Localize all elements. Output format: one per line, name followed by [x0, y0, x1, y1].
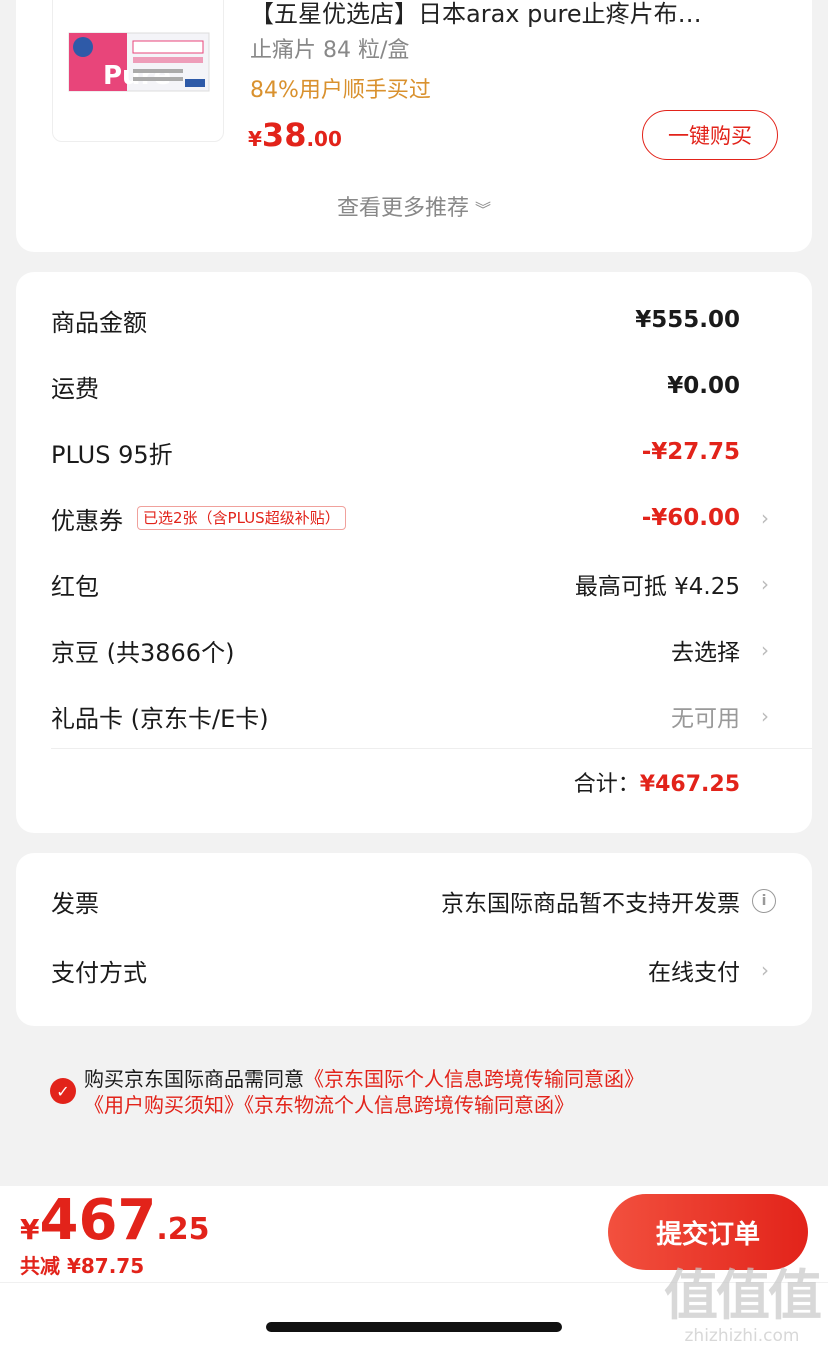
summary-value: 无可用 — [671, 706, 740, 732]
summary-label: 优惠券 — [51, 506, 123, 535]
agreement-text: 购买京东国际商品需同意《京东国际个人信息跨境传输同意函》《用户购买须知》《京东物… — [84, 1066, 790, 1118]
watermark-url: zhizhizhi.com — [684, 1326, 800, 1346]
agreement-link-cross-border[interactable]: 《京东国际个人信息跨境传输同意函》 — [304, 1067, 644, 1091]
product-image[interactable]: Pure — [52, 0, 224, 142]
total-discount: 共减 ¥87.75 — [20, 1254, 145, 1278]
checkmark-icon[interactable]: ✓ — [50, 1078, 76, 1104]
invoice-label: 发票 — [51, 889, 99, 918]
payment-method-value: 在线支付 — [648, 960, 740, 986]
summary-row-gift-card[interactable]: 礼品卡 (京东卡/E卡) 无可用 › — [51, 696, 776, 736]
product-spec: 止痛片 84 粒/盒 — [250, 38, 410, 63]
price-integer: 467 — [39, 1188, 157, 1253]
chevron-right-icon: › — [761, 572, 769, 596]
agreement-link-logistics[interactable]: 《京东物流个人信息跨境传输同意函》 — [244, 1093, 574, 1117]
more-recommendations-link[interactable]: 查看更多推荐 ︾ — [16, 190, 812, 222]
summary-row-jd-beans[interactable]: 京豆 (共3866个) 去选择 › — [51, 630, 776, 670]
summary-value: -¥60.00 — [641, 505, 740, 531]
recommendation-card: Pure 【五星优选店】日本arax pure止疼片布… 止痛片 84 粒/盒 … — [16, 0, 812, 252]
product-price: ¥38.00 — [248, 116, 342, 154]
payment-method-label: 支付方式 — [51, 958, 147, 987]
agreement-link-purchase-notice[interactable]: 《用户购买须知》 — [84, 1093, 244, 1117]
agreement-section: ✓ 购买京东国际商品需同意《京东国际个人信息跨境传输同意函》《用户购买须知》《京… — [50, 1066, 790, 1118]
summary-row-coupon[interactable]: 优惠券 已选2张（含PLUS超级补贴） -¥60.00 › — [51, 498, 776, 538]
chevron-right-icon: › — [761, 638, 769, 662]
summary-label: 京豆 (共3866个) — [51, 638, 235, 667]
watermark-logo: 值值值 — [664, 1264, 822, 1327]
checkout-price: ¥467.25 — [20, 1188, 210, 1253]
chevron-down-icon: ︾ — [475, 200, 492, 219]
site-watermark: 值值值 zhizhizhi.com — [664, 1264, 822, 1347]
summary-total: 合计：¥467.25 — [574, 766, 740, 798]
product-box-image: Pure — [68, 32, 210, 92]
one-click-buy-button[interactable]: 一键购买 — [642, 110, 778, 160]
summary-divider — [51, 748, 812, 749]
agreement-prefix: 购买京东国际商品需同意 — [84, 1067, 304, 1091]
invoice-row[interactable]: 发票 京东国际商品暂不支持开发票 i — [51, 881, 776, 921]
summary-row-red-packet[interactable]: 红包 最高可抵 ¥4.25 › — [51, 564, 776, 604]
more-recommendations-label: 查看更多推荐 — [336, 196, 469, 221]
summary-value: 最高可抵 ¥4.25 — [574, 574, 740, 600]
price-symbol: ¥ — [248, 127, 262, 151]
summary-value: 去选择 — [671, 640, 740, 666]
payment-method-row[interactable]: 支付方式 在线支付 › — [51, 950, 776, 990]
price-decimal: .00 — [306, 127, 342, 151]
summary-value: -¥27.75 — [641, 439, 740, 465]
social-proof-text: 84%用户顺手买过 — [250, 78, 431, 103]
product-title[interactable]: 【五星优选店】日本arax pure止疼片布… — [250, 0, 790, 29]
summary-row-goods-amount: 商品金额 ¥555.00 — [51, 300, 776, 340]
summary-label: PLUS 95折 — [51, 440, 173, 469]
price-symbol: ¥ — [20, 1213, 40, 1246]
home-indicator[interactable] — [266, 1322, 562, 1332]
coupon-tag: 已选2张（含PLUS超级补贴） — [137, 506, 346, 530]
info-icon[interactable]: i — [752, 889, 776, 913]
chevron-right-icon: › — [761, 506, 769, 530]
chevron-right-icon: › — [761, 704, 769, 728]
price-integer: 38 — [261, 116, 307, 154]
chevron-right-icon: › — [761, 958, 769, 982]
total-label: 合计： — [573, 772, 640, 797]
total-amount: ¥467.25 — [639, 772, 740, 797]
invoice-payment-card: 发票 京东国际商品暂不支持开发票 i 支付方式 在线支付 › — [16, 853, 812, 1026]
product-box-label: Pure — [103, 61, 171, 91]
summary-label: 商品金额 — [51, 308, 147, 337]
price-summary-card: 商品金额 ¥555.00 运费 ¥0.00 PLUS 95折 -¥27.75 优… — [16, 272, 812, 833]
summary-label: 礼品卡 (京东卡/E卡) — [51, 704, 269, 733]
summary-label: 红包 — [51, 572, 99, 601]
summary-label: 运费 — [51, 374, 99, 403]
summary-row-shipping: 运费 ¥0.00 — [51, 366, 776, 406]
summary-value: ¥0.00 — [667, 373, 740, 399]
invoice-value: 京东国际商品暂不支持开发票 — [441, 891, 740, 917]
summary-row-plus-discount: PLUS 95折 -¥27.75 — [51, 432, 776, 472]
submit-order-button[interactable]: 提交订单 — [608, 1194, 808, 1270]
price-decimal: .25 — [156, 1212, 210, 1247]
summary-value: ¥555.00 — [635, 307, 740, 333]
